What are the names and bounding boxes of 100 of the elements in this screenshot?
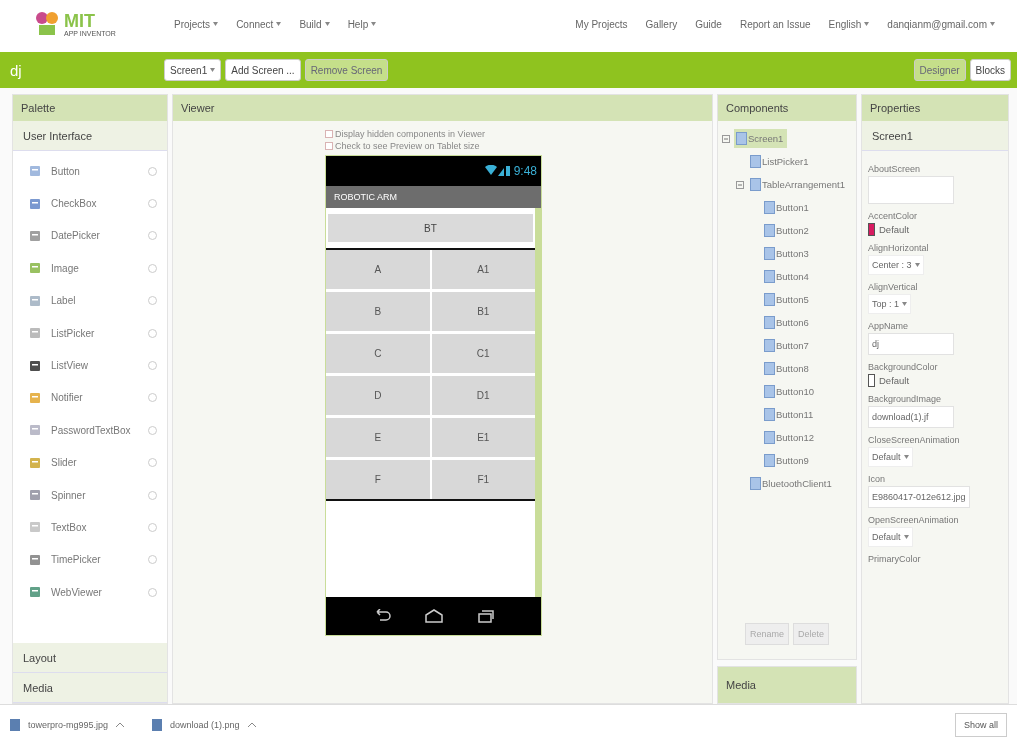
text-field[interactable]: E9860417-012e612.jpg: [868, 486, 970, 508]
back-icon[interactable]: [373, 609, 392, 623]
tree-item[interactable]: Button12: [762, 428, 819, 447]
palette-item[interactable]: Notifier: [13, 381, 167, 415]
component-icon: [29, 586, 41, 599]
menu-item[interactable]: Help: [347, 18, 377, 30]
palette-item[interactable]: Spinner: [13, 478, 167, 512]
app-button[interactable]: D: [326, 376, 430, 415]
component-icon: [764, 431, 775, 444]
palette-item[interactable]: CheckBox: [13, 187, 167, 220]
component-icon: [764, 408, 775, 421]
recents-icon[interactable]: [477, 609, 494, 623]
palette-item[interactable]: PasswordTextBox: [13, 414, 167, 447]
component-icon: [29, 489, 41, 502]
tree-item[interactable]: Button8: [762, 359, 813, 378]
chevron-up-icon[interactable]: [116, 722, 125, 727]
color-swatch[interactable]: [868, 374, 875, 387]
dropdown[interactable]: Default: [868, 447, 913, 467]
checkbox[interactable]: [325, 130, 333, 138]
text-field[interactable]: download(1).jf: [868, 406, 954, 428]
text-area[interactable]: [868, 176, 954, 204]
download-file[interactable]: towerpro-mg995.jpg: [28, 719, 109, 730]
palette-section[interactable]: Layout: [13, 643, 167, 673]
tree-item[interactable]: Button10: [762, 382, 819, 401]
property-label: AlignVertical: [868, 282, 919, 292]
tree-item[interactable]: TableArrangement1: [748, 175, 849, 194]
tree-item[interactable]: Button2: [762, 221, 813, 240]
nav-link[interactable]: danqianm@gmail.com: [887, 18, 995, 30]
palette-item[interactable]: TimePicker: [13, 543, 167, 577]
tree-item[interactable]: Button5: [762, 290, 813, 309]
show-all-button[interactable]: Show all: [954, 712, 1007, 737]
download-file[interactable]: download (1).png: [170, 719, 240, 730]
app-button[interactable]: C1: [431, 334, 535, 373]
menu-item[interactable]: Connect: [236, 18, 282, 30]
collapse-icon[interactable]: [722, 134, 730, 143]
component-icon: [764, 247, 775, 260]
tree-item[interactable]: ListPicker1: [748, 152, 813, 171]
component-icon: [29, 456, 41, 469]
app-button[interactable]: A1: [431, 250, 535, 289]
tree-item[interactable]: Button7: [762, 336, 813, 355]
view-tab[interactable]: Blocks: [969, 59, 1011, 81]
component-icon: [750, 155, 761, 168]
tree-item[interactable]: Button9: [762, 451, 813, 470]
app-button[interactable]: F1: [431, 460, 535, 499]
palette-item[interactable]: Slider: [13, 446, 167, 479]
toolbar-button[interactable]: Add Screen ...: [225, 59, 301, 81]
view-tab[interactable]: Designer: [913, 59, 966, 81]
component-icon: [750, 477, 761, 490]
text-field[interactable]: dj: [868, 333, 954, 355]
palette-item[interactable]: ListPicker: [13, 316, 167, 350]
palette-item[interactable]: TextBox: [13, 511, 167, 544]
chevron-up-icon[interactable]: [247, 722, 256, 727]
dropdown[interactable]: Top : 1: [868, 294, 912, 314]
app-button[interactable]: C: [326, 334, 430, 373]
app-button[interactable]: E: [326, 418, 430, 457]
palette-item[interactable]: Image: [13, 252, 167, 285]
palette-section[interactable]: Media: [13, 673, 167, 703]
nav-link[interactable]: Guide: [695, 18, 722, 30]
tree-item[interactable]: Button11: [762, 405, 818, 424]
dropdown[interactable]: Center : 3: [868, 255, 924, 275]
nav-link[interactable]: My Projects: [575, 18, 628, 30]
color-swatch[interactable]: [868, 223, 875, 236]
collapse-icon[interactable]: [736, 180, 744, 189]
component-icon: [29, 521, 41, 534]
app-button[interactable]: A: [326, 250, 430, 289]
panel-title: Media: [718, 667, 856, 703]
tree-item[interactable]: Button4: [762, 267, 813, 286]
dropdown[interactable]: Default: [868, 527, 913, 547]
tree-item[interactable]: BluetoothClient1: [748, 474, 836, 493]
component-icon: [764, 454, 775, 467]
caret-icon: [276, 22, 282, 26]
component-icon: [29, 424, 41, 437]
tree-item[interactable]: Button1: [762, 198, 813, 217]
palette-item[interactable]: DatePicker: [13, 219, 167, 253]
app-button[interactable]: F: [326, 460, 430, 499]
toolbar-button[interactable]: Screen1: [164, 59, 222, 81]
project-name: dj: [10, 61, 23, 79]
palette-item[interactable]: ListView: [13, 349, 167, 382]
home-icon[interactable]: [425, 609, 444, 623]
tree-item[interactable]: Button3: [762, 244, 813, 263]
app-button[interactable]: E1: [431, 418, 535, 457]
nav-link[interactable]: Report an Issue: [739, 18, 811, 30]
palette-item[interactable]: Button: [13, 155, 167, 188]
app-button[interactable]: D1: [431, 376, 535, 415]
component-icon: [29, 327, 41, 340]
palette-item[interactable]: WebViewer: [13, 576, 167, 609]
checkbox[interactable]: [325, 142, 333, 150]
app-button[interactable]: BT: [328, 214, 533, 242]
property-label: Icon: [868, 474, 886, 484]
menu-item[interactable]: Projects: [174, 18, 219, 30]
app-button[interactable]: B: [326, 292, 430, 331]
nav-link[interactable]: English: [828, 18, 870, 30]
palette-item[interactable]: Label: [13, 284, 167, 317]
nav-link[interactable]: Gallery: [645, 18, 678, 30]
menu-item[interactable]: Build: [299, 18, 330, 30]
tree-item[interactable]: Screen1: [734, 129, 788, 148]
app-button[interactable]: B1: [431, 292, 535, 331]
component-icon: [764, 362, 775, 375]
palette-section[interactable]: User Interface: [13, 121, 167, 151]
tree-item[interactable]: Button6: [762, 313, 813, 332]
